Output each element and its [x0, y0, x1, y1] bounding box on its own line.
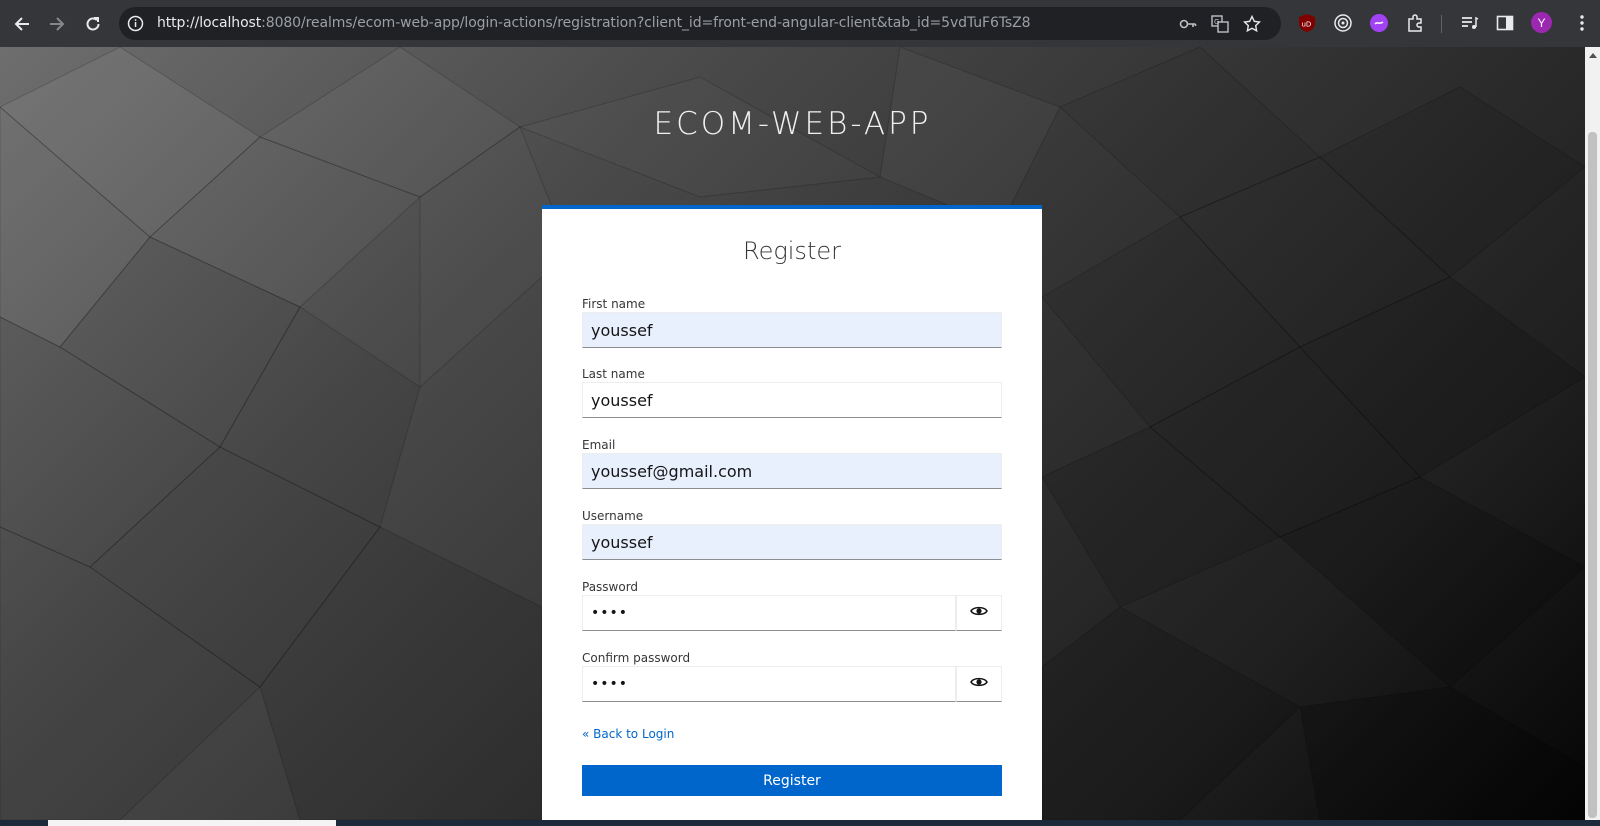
register-card: Register First name youssef Last name yo…: [542, 205, 1042, 820]
toolbar-divider: [1441, 15, 1442, 33]
first-name-input[interactable]: youssef: [582, 312, 1002, 348]
key-icon[interactable]: [1179, 15, 1197, 33]
eye-icon: [970, 604, 988, 623]
media-queue-icon[interactable]: [1459, 13, 1479, 33]
eye-icon: [970, 675, 988, 694]
translate-icon[interactable]: G: [1211, 15, 1229, 33]
scrollbar-thumb[interactable]: [1588, 132, 1597, 818]
reload-icon[interactable]: [81, 12, 105, 36]
first-name-label: First name: [582, 297, 646, 311]
password-input[interactable]: ••••: [582, 595, 956, 631]
page-background: ECOM-WEB-APP Register First name youssef…: [0, 47, 1585, 820]
last-name-label: Last name: [582, 367, 645, 381]
last-name-input[interactable]: youssef: [582, 382, 1002, 418]
register-button[interactable]: Register: [582, 765, 1002, 796]
menu-kebab-icon[interactable]: [1572, 13, 1592, 33]
back-icon[interactable]: [10, 12, 34, 36]
scroll-up-icon[interactable]: [1589, 53, 1597, 58]
forward-icon[interactable]: [45, 12, 69, 36]
show-confirm-password-button[interactable]: [956, 666, 1002, 702]
extensions-puzzle-icon[interactable]: [1405, 13, 1425, 33]
side-panel-icon[interactable]: [1495, 13, 1515, 33]
username-label: Username: [582, 509, 644, 523]
confirm-password-input[interactable]: ••••: [582, 666, 956, 702]
email-label: Email: [582, 438, 616, 452]
address-bar[interactable]: http://localhost:8080/realms/ecom-web-ap…: [119, 7, 1281, 40]
back-to-login-link[interactable]: « Back to Login: [582, 727, 674, 741]
username-input[interactable]: youssef: [582, 524, 1002, 560]
svg-text:G: G: [1214, 18, 1219, 26]
url-text: http://localhost:8080/realms/ecom-web-ap…: [157, 15, 1031, 31]
card-title: Register: [743, 237, 841, 265]
purple-extension-icon[interactable]: [1369, 13, 1389, 33]
site-info-icon[interactable]: [127, 15, 144, 32]
taskbar-thumbnail: [48, 820, 336, 826]
profile-avatar[interactable]: Y: [1531, 12, 1552, 33]
page-scrollbar[interactable]: [1585, 47, 1600, 820]
ublock-extension-icon[interactable]: uD: [1297, 13, 1317, 33]
show-password-button[interactable]: [956, 595, 1002, 631]
svg-text:uD: uD: [1302, 21, 1312, 29]
browser-toolbar: http://localhost:8080/realms/ecom-web-ap…: [0, 0, 1600, 47]
password-label: Password: [582, 580, 639, 594]
bookmark-star-icon[interactable]: [1242, 14, 1262, 33]
target-extension-icon[interactable]: [1333, 13, 1353, 33]
confirm-password-label: Confirm password: [582, 651, 691, 665]
email-input[interactable]: youssef@gmail.com: [582, 453, 1002, 489]
realm-title: ECOM-WEB-APP: [653, 106, 932, 142]
